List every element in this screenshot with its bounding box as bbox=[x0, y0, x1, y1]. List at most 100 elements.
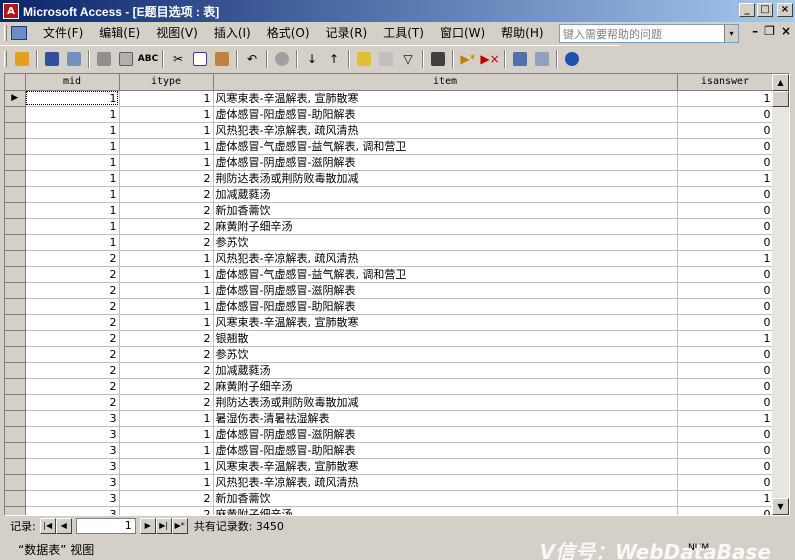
cell-itype[interactable]: 2 bbox=[119, 170, 214, 187]
cell-mid[interactable]: 2 bbox=[25, 362, 120, 379]
menu-insert[interactable]: 插入(I) bbox=[206, 23, 259, 43]
row-selector[interactable] bbox=[5, 154, 26, 171]
access-logo-icon[interactable]: A bbox=[3, 3, 19, 19]
menu-window[interactable]: 窗口(W) bbox=[432, 23, 493, 43]
cell-mid[interactable]: 2 bbox=[25, 298, 120, 315]
row-selector[interactable] bbox=[5, 234, 26, 251]
cell-isanswer[interactable]: 0 bbox=[677, 506, 774, 515]
cell-mid[interactable]: 1 bbox=[25, 218, 120, 235]
table-row[interactable]: 2 2 荆防达表汤或荆防败毒散加减 0 bbox=[5, 394, 774, 411]
cell-item[interactable]: 麻黄附子细辛汤 bbox=[213, 506, 678, 515]
cell-item[interactable]: 风寒束表-辛温解表, 宣肺散寒 bbox=[213, 458, 678, 475]
cell-isanswer[interactable]: 1 bbox=[677, 490, 774, 507]
cell-isanswer[interactable]: 0 bbox=[677, 298, 774, 315]
current-record-field[interactable]: 1 bbox=[75, 518, 136, 534]
cell-mid[interactable]: 3 bbox=[25, 426, 120, 443]
table-row[interactable]: 3 1 虚体感冒-阳虚感冒-助阳解表 0 bbox=[5, 442, 774, 459]
row-selector[interactable] bbox=[5, 346, 26, 363]
row-selector[interactable]: ▶ bbox=[5, 90, 26, 107]
cell-item[interactable]: 参苏饮 bbox=[213, 234, 678, 251]
print-icon[interactable] bbox=[93, 48, 115, 70]
datasheet-grid[interactable]: mid itype item isanswer ▶ 1 1 风寒束表-辛温解表, 宣肺… bbox=[4, 73, 790, 516]
cell-item[interactable]: 新加香薷饮 bbox=[213, 490, 678, 507]
cell-isanswer[interactable]: 0 bbox=[677, 186, 774, 203]
paste-icon[interactable] bbox=[211, 48, 233, 70]
last-record-button[interactable]: ▶| bbox=[155, 518, 172, 534]
cell-mid[interactable]: 1 bbox=[25, 170, 120, 187]
cell-itype[interactable]: 2 bbox=[119, 218, 214, 235]
cell-item[interactable]: 风热犯表-辛凉解表, 疏风清热 bbox=[213, 250, 678, 267]
copy-icon[interactable] bbox=[189, 48, 211, 70]
row-selector[interactable] bbox=[5, 122, 26, 139]
cell-isanswer[interactable]: 0 bbox=[677, 106, 774, 123]
mdi-restore-button[interactable]: ❐ bbox=[764, 24, 775, 38]
cell-isanswer[interactable]: 0 bbox=[677, 362, 774, 379]
cell-itype[interactable]: 1 bbox=[119, 122, 214, 139]
toolbar-grip[interactable] bbox=[4, 50, 7, 67]
prev-record-button[interactable]: ◀ bbox=[55, 518, 72, 534]
row-selector[interactable] bbox=[5, 506, 26, 515]
row-selector[interactable] bbox=[5, 394, 26, 411]
menu-tools[interactable]: 工具(T) bbox=[375, 23, 432, 43]
table-row[interactable]: 3 1 暑湿伤表-清暑祛湿解表 1 bbox=[5, 410, 774, 427]
row-selector[interactable] bbox=[5, 218, 26, 235]
menu-view[interactable]: 视图(V) bbox=[148, 23, 206, 43]
new-record-button[interactable]: ▶* bbox=[171, 518, 188, 534]
cell-itype[interactable]: 2 bbox=[119, 202, 214, 219]
table-row[interactable]: ▶ 1 1 风寒束表-辛温解表, 宣肺散寒 1 bbox=[5, 90, 774, 107]
cell-itype[interactable]: 1 bbox=[119, 266, 214, 283]
cell-isanswer[interactable]: 0 bbox=[677, 314, 774, 331]
menu-edit[interactable]: 编辑(E) bbox=[91, 23, 148, 43]
row-selector[interactable] bbox=[5, 378, 26, 395]
cell-isanswer[interactable]: 1 bbox=[677, 410, 774, 427]
scroll-up-arrow-icon[interactable]: ▲ bbox=[772, 74, 789, 91]
table-row[interactable]: 1 2 加减葳蕤汤 0 bbox=[5, 186, 774, 203]
cell-mid[interactable]: 3 bbox=[25, 474, 120, 491]
table-row[interactable]: 1 1 虚体感冒-阳虚感冒-助阳解表 0 bbox=[5, 106, 774, 123]
table-row[interactable]: 1 2 新加香薷饮 0 bbox=[5, 202, 774, 219]
cell-mid[interactable]: 2 bbox=[25, 330, 120, 347]
cell-itype[interactable]: 2 bbox=[119, 378, 214, 395]
mdi-minimize-button[interactable]: – bbox=[752, 24, 758, 38]
cell-itype[interactable]: 1 bbox=[119, 410, 214, 427]
cell-mid[interactable]: 2 bbox=[25, 282, 120, 299]
row-selector[interactable] bbox=[5, 298, 26, 315]
row-selector[interactable] bbox=[5, 282, 26, 299]
menu-grip[interactable] bbox=[4, 25, 7, 41]
table-row[interactable]: 1 1 虚体感冒-阴虚感冒-滋阴解表 0 bbox=[5, 154, 774, 171]
cell-item[interactable]: 风寒束表-辛温解表, 宣肺散寒 bbox=[213, 90, 678, 107]
cell-isanswer[interactable]: 0 bbox=[677, 154, 774, 171]
spelling-icon[interactable]: ABC bbox=[137, 48, 159, 70]
cell-item[interactable]: 新加香薷饮 bbox=[213, 202, 678, 219]
menu-records[interactable]: 记录(R) bbox=[318, 23, 376, 43]
cell-item[interactable]: 风寒束表-辛温解表, 宣肺散寒 bbox=[213, 314, 678, 331]
row-selector[interactable] bbox=[5, 138, 26, 155]
cell-isanswer[interactable]: 0 bbox=[677, 218, 774, 235]
cell-isanswer[interactable]: 0 bbox=[677, 346, 774, 363]
cell-item[interactable]: 荆防达表汤或荆防败毒散加减 bbox=[213, 394, 678, 411]
cell-item[interactable]: 麻黄附子细辛汤 bbox=[213, 218, 678, 235]
table-row[interactable]: 2 2 参苏饮 0 bbox=[5, 346, 774, 363]
new-object-icon[interactable] bbox=[531, 48, 553, 70]
cell-item[interactable]: 虚体感冒-阳虚感冒-助阳解表 bbox=[213, 106, 678, 123]
cell-mid[interactable]: 1 bbox=[25, 106, 120, 123]
cell-isanswer[interactable]: 0 bbox=[677, 122, 774, 139]
cell-mid[interactable]: 3 bbox=[25, 410, 120, 427]
new-record-icon[interactable]: ▶* bbox=[457, 48, 479, 70]
cell-itype[interactable]: 2 bbox=[119, 186, 214, 203]
cell-isanswer[interactable]: 1 bbox=[677, 90, 774, 107]
cell-item[interactable]: 虚体感冒-气虚感冒-益气解表, 调和营卫 bbox=[213, 138, 678, 155]
find-icon[interactable] bbox=[427, 48, 449, 70]
cell-mid[interactable]: 2 bbox=[25, 346, 120, 363]
cell-isanswer[interactable]: 0 bbox=[677, 138, 774, 155]
cell-itype[interactable]: 1 bbox=[119, 298, 214, 315]
cell-isanswer[interactable]: 0 bbox=[677, 202, 774, 219]
cell-mid[interactable]: 3 bbox=[25, 506, 120, 515]
table-row[interactable]: 1 2 参苏饮 0 bbox=[5, 234, 774, 251]
cell-mid[interactable]: 2 bbox=[25, 378, 120, 395]
close-button[interactable]: × bbox=[777, 3, 793, 17]
cell-item[interactable]: 风热犯表-辛凉解表, 疏风清热 bbox=[213, 474, 678, 491]
cell-item[interactable]: 虚体感冒-气虚感冒-益气解表, 调和营卫 bbox=[213, 266, 678, 283]
table-row[interactable]: 1 1 风热犯表-辛凉解表, 疏风清热 0 bbox=[5, 122, 774, 139]
row-selector[interactable] bbox=[5, 458, 26, 475]
